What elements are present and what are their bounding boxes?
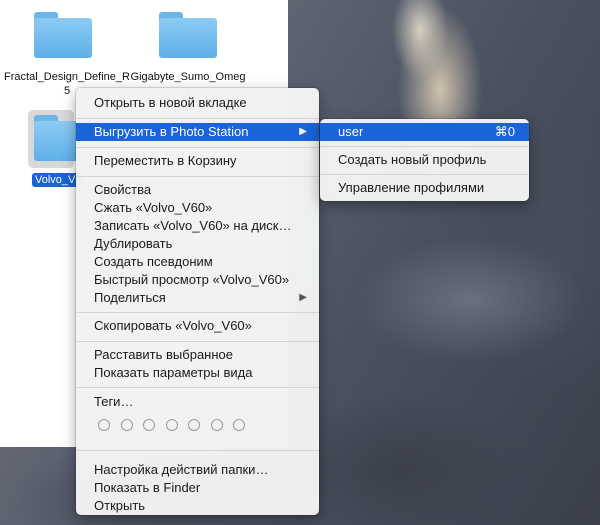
menu-item-open[interactable]: Открыть bbox=[76, 497, 319, 515]
shortcut-label: ⌘0 bbox=[494, 124, 515, 139]
tag-dot-icon[interactable] bbox=[233, 419, 245, 431]
selected-folder-label[interactable]: Volvo_V bbox=[32, 173, 82, 187]
menu-separator bbox=[76, 147, 319, 148]
tag-dot-icon[interactable] bbox=[211, 419, 223, 431]
menu-item-show-view-options[interactable]: Показать параметры вида bbox=[76, 364, 319, 382]
menu-item-burn-to-disc[interactable]: Записать «Volvo_V60» на диск… bbox=[76, 217, 319, 235]
submenu-item-user[interactable]: user ⌘0 bbox=[320, 123, 529, 141]
submenu-item-create-profile[interactable]: Создать новый профиль bbox=[320, 151, 529, 169]
menu-item-share[interactable]: Поделиться ▶ bbox=[76, 289, 319, 307]
menu-item-upload-photo-station[interactable]: Выгрузить в Photo Station ▶ bbox=[76, 123, 319, 141]
menu-item-copy[interactable]: Скопировать «Volvo_V60» bbox=[76, 317, 319, 335]
photo-station-submenu: user ⌘0 Создать новый профиль Управление… bbox=[320, 119, 529, 201]
tag-dot-icon[interactable] bbox=[98, 419, 110, 431]
menu-separator bbox=[76, 341, 319, 342]
menu-separator bbox=[76, 118, 319, 119]
menu-separator bbox=[76, 387, 319, 388]
menu-separator bbox=[320, 146, 529, 147]
menu-separator bbox=[320, 174, 529, 175]
tag-dot-icon[interactable] bbox=[188, 419, 200, 431]
tag-dot-icon[interactable] bbox=[121, 419, 133, 431]
menu-item-tags[interactable]: Теги… bbox=[76, 393, 319, 411]
tag-dot-icon[interactable] bbox=[166, 419, 178, 431]
menu-item-duplicate[interactable]: Дублировать bbox=[76, 235, 319, 253]
submenu-arrow-icon: ▶ bbox=[299, 292, 307, 303]
tag-dot-icon[interactable] bbox=[143, 419, 155, 431]
submenu-arrow-icon: ▶ bbox=[299, 126, 307, 137]
menu-separator bbox=[76, 312, 319, 313]
menu-item-move-to-trash[interactable]: Переместить в Корзину bbox=[76, 152, 319, 170]
menu-item-get-info[interactable]: Свойства bbox=[76, 181, 319, 199]
context-menu: Открыть в новой вкладке Выгрузить в Phot… bbox=[76, 88, 319, 515]
menu-separator bbox=[76, 450, 319, 451]
folder-icon[interactable] bbox=[159, 12, 217, 58]
submenu-item-manage-profiles[interactable]: Управление профилями bbox=[320, 179, 529, 197]
menu-item-clean-up-selection[interactable]: Расставить выбранное bbox=[76, 346, 319, 364]
menu-item-open-new-tab[interactable]: Открыть в новой вкладке bbox=[76, 94, 319, 112]
folder-icon[interactable] bbox=[34, 12, 92, 58]
menu-separator bbox=[76, 176, 319, 177]
menu-item-folder-actions-setup[interactable]: Настройка действий папки… bbox=[76, 461, 319, 479]
menu-item-compress[interactable]: Сжать «Volvo_V60» bbox=[76, 199, 319, 217]
menu-item-reveal-in-finder[interactable]: Показать в Finder bbox=[76, 479, 319, 497]
menu-item-quick-look[interactable]: Быстрый просмотр «Volvo_V60» bbox=[76, 271, 319, 289]
menu-item-make-alias[interactable]: Создать псевдоним bbox=[76, 253, 319, 271]
